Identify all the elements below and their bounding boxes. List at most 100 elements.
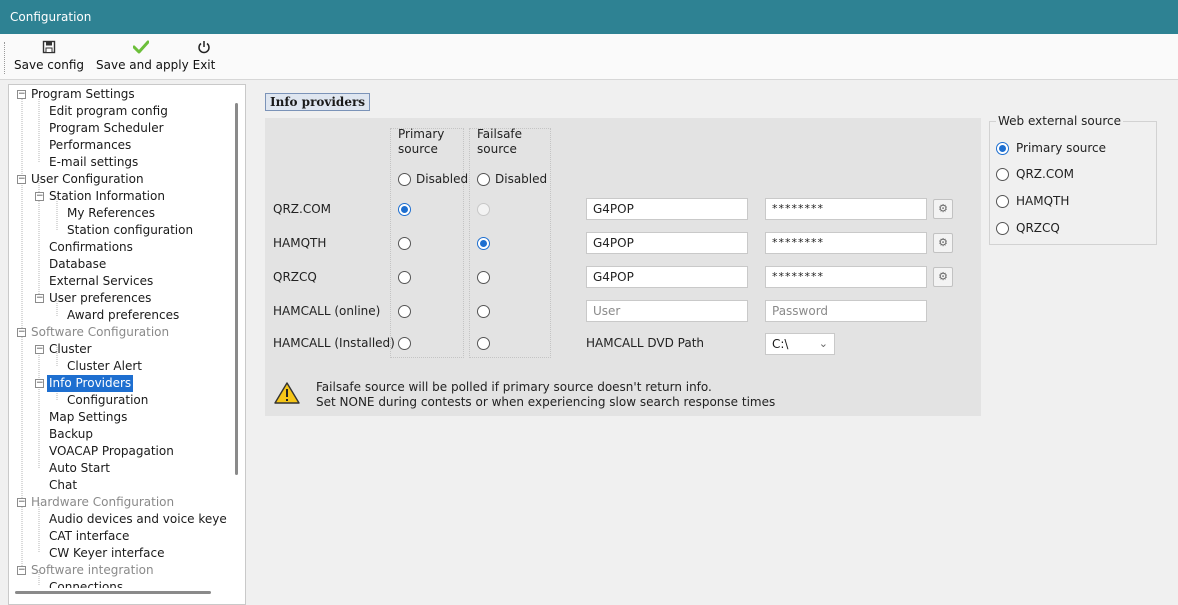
failsafe-radio-qrz <box>477 203 490 216</box>
tree-software-integration[interactable]: Software integration <box>31 562 154 579</box>
tree-cw-keyer-interface[interactable]: CW Keyer interface <box>49 545 164 562</box>
tree-cluster[interactable]: Cluster <box>49 341 92 358</box>
hamqth-test-button[interactable]: ⚙ <box>933 233 953 253</box>
tree-user-configuration[interactable]: User Configuration <box>31 171 144 188</box>
dvd-path-value: C:\ <box>772 337 789 351</box>
tree-program-scheduler[interactable]: Program Scheduler <box>49 120 164 137</box>
save-config-label: Save config <box>14 58 84 72</box>
checkmark-icon <box>96 40 186 58</box>
failsafe-radio-qrzcq[interactable] <box>477 271 490 284</box>
tree-confirmations[interactable]: Confirmations <box>49 239 133 256</box>
tree-auto-start[interactable]: Auto Start <box>49 460 110 477</box>
save-config-button[interactable]: Save config <box>10 40 88 76</box>
chevron-down-icon: ⌄ <box>818 337 828 350</box>
gear-icon: ⚙ <box>938 270 948 283</box>
tree-station-configuration[interactable]: Station configuration <box>67 222 193 239</box>
tree-voacap-propagation[interactable]: VOACAP Propagation <box>49 443 174 460</box>
tree-cluster-alert[interactable]: Cluster Alert <box>67 358 142 375</box>
web-source-radio-qrzcq[interactable] <box>996 222 1009 235</box>
tree-vertical-scrollbar[interactable] <box>235 103 238 475</box>
primary-header-line1: Primary <box>398 127 445 141</box>
tree-info-providers[interactable]: Info Providers <box>47 375 134 392</box>
web-source-label-hamqth: HAMQTH <box>1016 194 1070 208</box>
primary-radio-qrzcq[interactable] <box>398 271 411 284</box>
qrzcq-password-input[interactable]: ******** <box>765 266 927 288</box>
tree-connections[interactable]: Connections <box>49 579 123 588</box>
tree-station-information[interactable]: Station Information <box>49 188 165 205</box>
web-source-radio-hamqth[interactable] <box>996 195 1009 208</box>
primary-header-line2: source <box>398 142 438 156</box>
primary-radio-qrz[interactable] <box>398 203 411 216</box>
tree-software-configuration[interactable]: Software Configuration <box>31 324 169 341</box>
tree-award-preferences[interactable]: Award preferences <box>67 307 179 324</box>
row-label-hamcall-installed: HAMCALL (Installed) <box>273 336 395 350</box>
primary-disabled-radio[interactable] <box>398 173 411 186</box>
collapse-toggle[interactable]: − <box>35 379 44 388</box>
collapse-toggle[interactable]: − <box>17 328 26 337</box>
exit-button[interactable]: Exit <box>190 40 218 76</box>
collapse-toggle[interactable]: − <box>17 498 26 507</box>
tree-program-settings[interactable]: Program Settings <box>31 86 135 103</box>
tree-cat-interface[interactable]: CAT interface <box>49 528 129 545</box>
tree-my-references[interactable]: My References <box>67 205 155 222</box>
failsafe-radio-hamcall-online[interactable] <box>477 305 490 318</box>
warning-line-1: Failsafe source will be polled if primar… <box>316 380 712 394</box>
collapse-toggle[interactable]: − <box>17 90 26 99</box>
web-source-label-qrzcq: QRZCQ <box>1016 221 1060 235</box>
warning-text: Failsafe source will be polled if primar… <box>316 380 775 410</box>
qrz-test-button[interactable]: ⚙ <box>933 199 953 219</box>
failsafe-radio-hamcall-installed[interactable] <box>477 337 490 350</box>
web-source-radio-primary[interactable] <box>996 142 1009 155</box>
hamcall-user-input[interactable]: User <box>586 300 748 322</box>
qrzcq-test-button[interactable]: ⚙ <box>933 267 953 287</box>
hamcall-password-input[interactable]: Password <box>765 300 927 322</box>
web-external-source-legend: Web external source <box>996 114 1124 128</box>
settings-tree[interactable]: − Program Settings Edit program config P… <box>8 84 246 605</box>
primary-radio-hamqth[interactable] <box>398 237 411 250</box>
primary-disabled-label: Disabled <box>416 172 469 186</box>
tree-database[interactable]: Database <box>49 256 106 273</box>
tree-hardware-configuration[interactable]: Hardware Configuration <box>31 494 174 511</box>
tree-performances[interactable]: Performances <box>49 137 131 154</box>
collapse-toggle[interactable]: − <box>35 192 44 201</box>
gear-icon: ⚙ <box>938 202 948 215</box>
window-title: Configuration <box>10 10 92 24</box>
tree-map-settings[interactable]: Map Settings <box>49 409 127 426</box>
dvd-path-select[interactable]: C:\ ⌄ <box>765 333 835 355</box>
failsafe-disabled-radio[interactable] <box>477 173 490 186</box>
web-source-label-primary: Primary source <box>1016 141 1107 155</box>
tree-edit-program-config[interactable]: Edit program config <box>49 103 168 120</box>
tree-backup[interactable]: Backup <box>49 426 93 443</box>
collapse-toggle[interactable]: − <box>17 175 26 184</box>
collapse-toggle[interactable]: − <box>35 345 44 354</box>
collapse-toggle[interactable]: − <box>17 566 26 575</box>
tree-chat[interactable]: Chat <box>49 477 77 494</box>
tree-horizontal-scrollbar[interactable] <box>15 591 211 594</box>
tree-external-services[interactable]: External Services <box>49 273 153 290</box>
warning-triangle-icon <box>274 381 300 408</box>
primary-radio-hamcall-installed[interactable] <box>398 337 411 350</box>
qrz-username-input[interactable]: G4POP <box>586 198 748 220</box>
info-providers-title: Info providers <box>265 93 371 111</box>
tree-user-preferences[interactable]: User preferences <box>49 290 151 307</box>
tree-audio-devices[interactable]: Audio devices and voice keye <box>49 511 227 528</box>
tree-info-configuration[interactable]: Configuration <box>67 392 148 409</box>
dvd-path-label: HAMCALL DVD Path <box>586 336 705 350</box>
hamqth-password-input[interactable]: ******** <box>765 232 927 254</box>
collapse-toggle[interactable]: − <box>35 294 44 303</box>
qrzcq-username-input[interactable]: G4POP <box>586 266 748 288</box>
save-and-apply-label: Save and apply <box>96 58 189 72</box>
toolbar: Save config Save and apply Exit <box>0 34 1178 80</box>
web-source-radio-qrz[interactable] <box>996 168 1009 181</box>
warning-line-2: Set NONE during contests or when experie… <box>316 395 776 409</box>
hamqth-username-input[interactable]: G4POP <box>586 232 748 254</box>
failsafe-header-line1: Failsafe <box>477 127 523 141</box>
primary-radio-hamcall-online[interactable] <box>398 305 411 318</box>
failsafe-radio-hamqth[interactable] <box>477 237 490 250</box>
power-icon <box>190 40 218 58</box>
tree-email-settings[interactable]: E-mail settings <box>49 154 138 171</box>
toolbar-grip <box>4 42 6 74</box>
failsafe-disabled-label: Disabled <box>495 172 548 186</box>
save-and-apply-button[interactable]: Save and apply <box>96 40 189 76</box>
qrz-password-input[interactable]: ******** <box>765 198 927 220</box>
